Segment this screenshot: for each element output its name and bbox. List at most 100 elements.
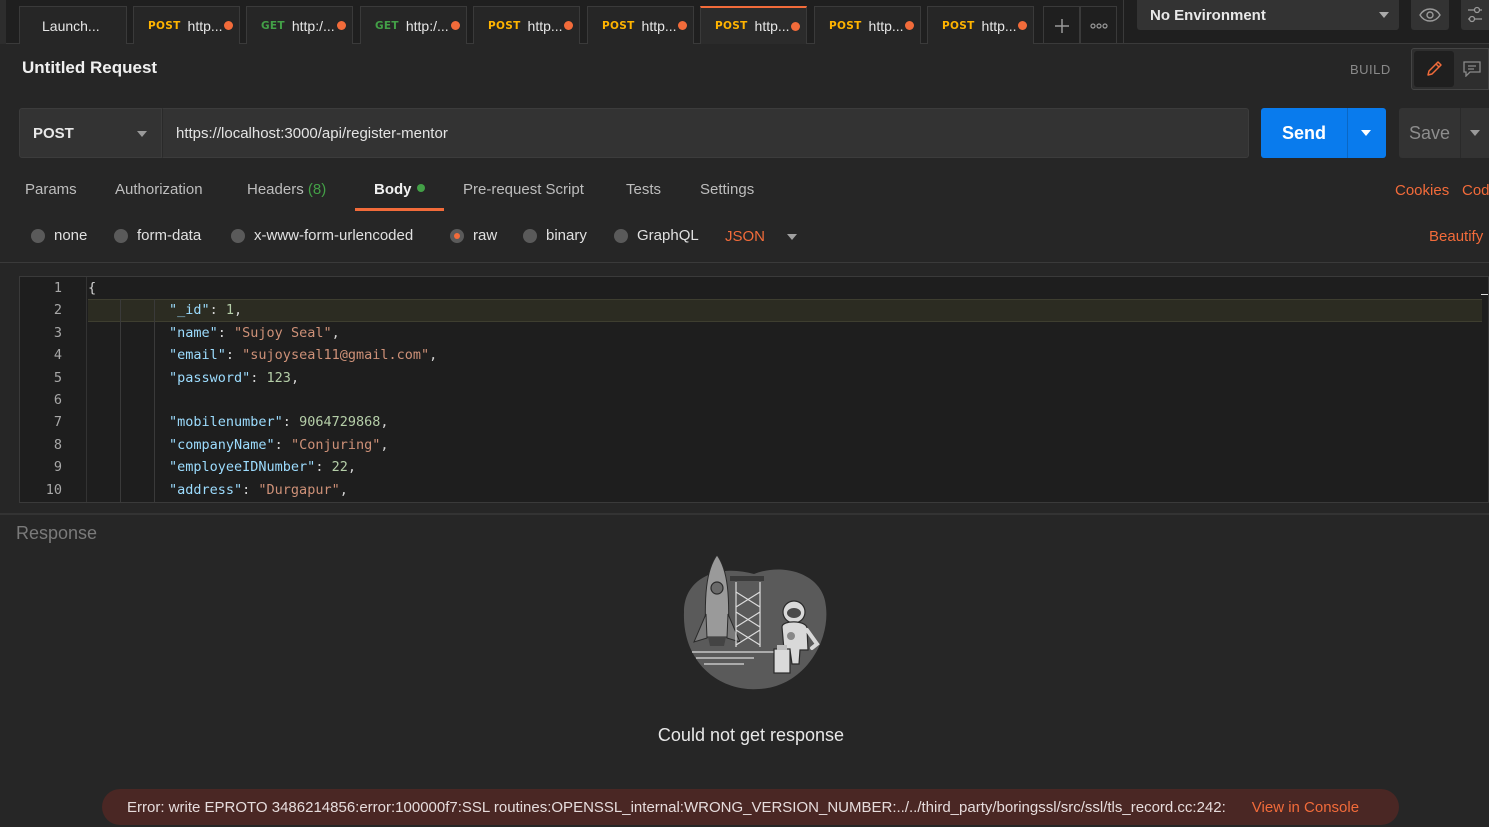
method-select[interactable]: POST (19, 108, 162, 158)
tab-method: GET (261, 19, 285, 32)
body-format-select[interactable]: JSON (725, 228, 798, 245)
code-token: 1 (225, 302, 235, 319)
headers-count: (8) (307, 181, 327, 198)
body-type-form-data[interactable]: form-data (114, 227, 201, 244)
tab-params[interactable]: Params (25, 181, 77, 211)
code-token: "name" (169, 324, 218, 341)
response-title: Response (16, 523, 98, 543)
body-type-raw[interactable]: raw (450, 227, 497, 244)
line-number: 4 (53, 347, 62, 364)
radio-circle (614, 228, 628, 243)
scroll-marker (1481, 294, 1488, 295)
tab-body[interactable]: Body (374, 181, 425, 211)
line-number: 7 (53, 414, 62, 431)
code-line: "employeeIDNumber": 22, (88, 459, 356, 481)
body-type-none[interactable]: none (31, 227, 87, 244)
send-label: Send (1281, 122, 1326, 143)
tab-tests[interactable]: Tests (626, 181, 661, 211)
manage-environments-button[interactable] (1461, 0, 1489, 30)
code-token: "Durgapur" (258, 481, 340, 498)
error-message: Error: write EPROTO 3486214856:error:100… (127, 798, 1226, 816)
tab-request-active[interactable]: POST http... (700, 6, 807, 44)
tab-method: POST (715, 20, 748, 32)
tab-authorization[interactable]: Authorization (115, 181, 203, 211)
code-link[interactable]: Cod (1462, 182, 1489, 199)
cookies-link[interactable]: Cookies (1395, 182, 1449, 199)
body-indicator-dot (416, 184, 425, 192)
line-number: 6 (53, 392, 62, 408)
radio-label: x-www-form-urlencoded (254, 227, 414, 244)
separator (1347, 108, 1348, 158)
save-options-chevron-icon[interactable] (1470, 130, 1480, 136)
environment-quick-look-button[interactable] (1411, 0, 1449, 30)
divider (0, 262, 1489, 263)
active-tab-underline (355, 208, 444, 211)
code-token: "address" (169, 481, 243, 498)
separator (1123, 0, 1124, 44)
tab-request[interactable]: POST http... (927, 6, 1034, 44)
tab-request[interactable]: GET http:/... (246, 6, 353, 44)
new-tab-button[interactable] (1043, 6, 1080, 44)
body-type-graphql[interactable]: GraphQL (614, 227, 699, 244)
line-number: 5 (53, 369, 62, 386)
mode-label: BUILD (1350, 62, 1391, 77)
line-number: 8 (53, 436, 62, 453)
code-line: "companyName": "Conjuring", (88, 437, 388, 459)
view-in-console-link[interactable]: View in Console (1252, 799, 1359, 816)
environment-select[interactable]: No Environment (1137, 0, 1399, 30)
line-number: 10 (45, 481, 62, 498)
code-token: , (380, 414, 389, 431)
code-line: "_id": 1, (88, 302, 242, 324)
tab-headers-label: Headers (247, 181, 304, 198)
tab-label: http... (641, 17, 677, 34)
send-button[interactable]: Send (1261, 108, 1386, 158)
tab-request[interactable]: POST http... (133, 6, 240, 44)
request-title[interactable]: Untitled Request (22, 58, 157, 78)
url-input[interactable]: https://localhost:3000/api/register-ment… (162, 108, 1249, 158)
unsaved-dot (678, 21, 687, 30)
send-options-chevron-icon[interactable] (1361, 130, 1371, 136)
comments-button[interactable] (1454, 49, 1489, 89)
environment-label: No Environment (1150, 6, 1266, 24)
code-token: : (242, 481, 259, 498)
rocket-illustration (683, 554, 827, 690)
tab-label: http:/... (405, 17, 449, 34)
unsaved-dot (1018, 21, 1027, 30)
save-button[interactable]: Save (1399, 108, 1489, 158)
tab-headers[interactable]: Headers (8) (247, 181, 326, 211)
tab-launchpad[interactable]: Launch... (19, 6, 127, 44)
code-token: "companyName" (169, 436, 275, 453)
body-type-binary[interactable]: binary (523, 227, 587, 244)
chevron-down-icon (137, 131, 147, 137)
code-token: "sujoyseal11@gmail.com" (242, 347, 430, 364)
beautify-link[interactable]: Beautify (1429, 228, 1483, 245)
tab-request[interactable]: GET http:/... (360, 6, 467, 44)
edit-mode-button[interactable] (1414, 51, 1454, 87)
code-token: : (225, 347, 243, 364)
unsaved-dot (337, 21, 346, 30)
line-number-gutter: 1 2 3 4 5 6 7 8 9 10 (20, 277, 87, 502)
tab-request[interactable]: POST http... (587, 6, 694, 44)
tab-method: POST (602, 19, 635, 32)
code-token: "password" (169, 369, 251, 386)
radio-circle-selected (450, 228, 464, 243)
body-type-urlencoded[interactable]: x-www-form-urlencoded (231, 227, 413, 244)
tab-request[interactable]: POST http... (814, 6, 921, 44)
body-editor[interactable]: 1 2 3 4 5 6 7 8 9 10 {"_id": 1, "name": "Sujoy Sea… (19, 276, 1489, 503)
line-number: 1 (53, 280, 62, 296)
format-label: JSON (725, 228, 766, 245)
tab-prerequest-script[interactable]: Pre-request Script (463, 181, 584, 211)
code-token: "_id" (169, 302, 210, 319)
unsaved-dot (564, 21, 573, 30)
tab-request[interactable]: POST http... (473, 6, 580, 44)
tab-method: POST (942, 19, 975, 32)
tab-settings[interactable]: Settings (700, 181, 754, 211)
code-token: { (88, 280, 97, 296)
code-token: 22 (331, 459, 348, 476)
tab-options-button[interactable] (1080, 6, 1117, 44)
code-token: : (282, 414, 300, 431)
save-label: Save (1408, 122, 1451, 143)
code-line: "mobilenumber": 9064729868, (88, 414, 388, 436)
code-token: : (217, 324, 235, 341)
